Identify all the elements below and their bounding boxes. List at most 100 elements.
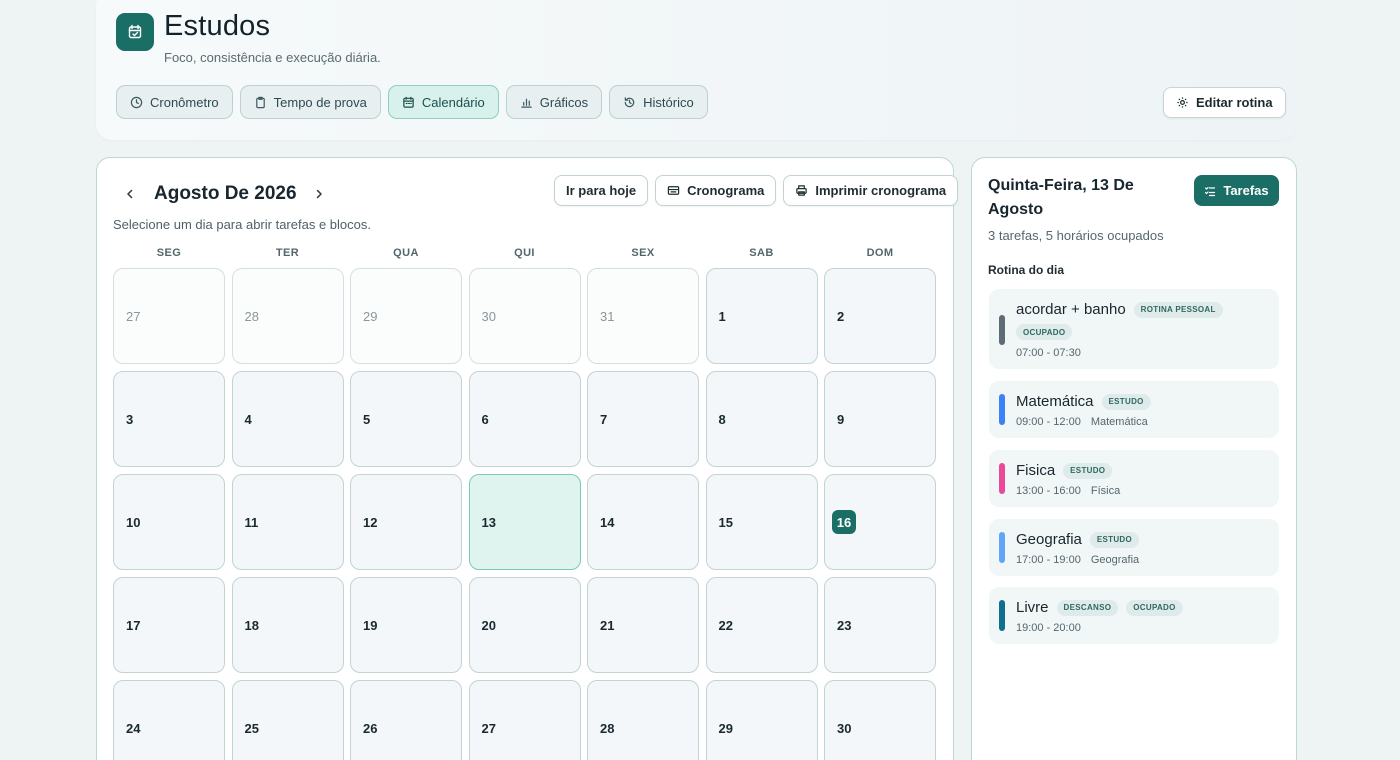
- calendar-day[interactable]: 30: [468, 268, 581, 364]
- calendar-day[interactable]: 17: [113, 577, 225, 673]
- calendar-day[interactable]: 2: [824, 268, 936, 364]
- calendar-day[interactable]: 11: [231, 474, 344, 570]
- day-number: 27: [126, 308, 141, 324]
- weekday-header: SEG TER QUA QUI SEX SAB DOM: [113, 247, 936, 259]
- calendar-day[interactable]: 4: [231, 371, 344, 467]
- routine-title: acordar + banho: [1016, 301, 1126, 318]
- month-navigation: Agosto De 2026: [118, 180, 331, 208]
- calendar-day[interactable]: 9: [824, 371, 936, 467]
- day-number: 17: [126, 617, 141, 633]
- day-number: 5: [363, 411, 371, 427]
- tab-label: Cronômetro: [150, 94, 219, 110]
- routine-item[interactable]: Geografia ESTUDO 17:00 - 19:00 Geografia: [989, 519, 1279, 576]
- print-schedule-button[interactable]: Imprimir cronograma: [783, 175, 959, 206]
- calendar-day[interactable]: 27: [113, 268, 225, 364]
- routine-item[interactable]: Fisica ESTUDO 13:00 - 16:00 Física: [989, 450, 1279, 507]
- routine-item[interactable]: acordar + banho ROTINA PESSOAL OCUPADO 07:0…: [989, 289, 1279, 369]
- tab-tempo-de-prova[interactable]: Tempo de prova: [239, 85, 381, 119]
- routine-tag: OCUPADO: [1016, 324, 1073, 340]
- list-check-icon: [1205, 186, 1216, 196]
- calendar-day[interactable]: 6: [468, 371, 581, 467]
- calendar-day[interactable]: 25: [231, 680, 344, 760]
- routine-meta: 13:00 - 16:00 Física: [1016, 485, 1120, 497]
- day-summary: 3 tarefas, 5 horários ocupados: [988, 228, 1164, 243]
- calendar-day[interactable]: 13: [468, 474, 581, 570]
- calendar-day[interactable]: 29: [705, 680, 818, 760]
- routine-heading: Rotina do dia: [988, 263, 1064, 277]
- next-month-button[interactable]: [307, 180, 331, 208]
- go-to-today-button[interactable]: Ir para hoje: [554, 175, 649, 206]
- routine-title: Geografia: [1016, 531, 1082, 548]
- tab-label: Tempo de prova: [273, 94, 367, 110]
- day-number: 27: [481, 720, 496, 736]
- routine-title: Matemática: [1016, 393, 1094, 410]
- routine-color-bar: [999, 463, 1005, 494]
- calendar-day[interactable]: 24: [113, 680, 225, 760]
- go-to-today-label: Ir para hoje: [566, 183, 637, 198]
- calendar-day[interactable]: 31: [587, 268, 699, 364]
- day-number: 15: [718, 514, 733, 530]
- calendar-day[interactable]: 16: [824, 474, 936, 570]
- day-number: 30: [837, 720, 852, 736]
- calendar-day[interactable]: 29: [350, 268, 462, 364]
- tab-calendario[interactable]: Calendário: [387, 85, 499, 119]
- edit-routine-label: Editar rotina: [1196, 95, 1273, 110]
- calendar-day[interactable]: 30: [824, 680, 936, 760]
- routine-tag: OCUPADO: [1126, 599, 1183, 616]
- calendar-day[interactable]: 12: [350, 474, 462, 570]
- day-number: 29: [363, 308, 378, 324]
- tab-cronometro[interactable]: Cronômetro: [116, 85, 233, 119]
- day-number: 23: [837, 617, 852, 633]
- calendar-actions: Ir para hoje Cronograma Imprimir cronogr…: [554, 175, 959, 206]
- calendar-day[interactable]: 10: [113, 474, 225, 570]
- calendar-day[interactable]: 28: [587, 680, 699, 760]
- calendar-day[interactable]: 18: [231, 577, 344, 673]
- schedule-button[interactable]: Cronograma: [655, 175, 777, 206]
- calendar-day[interactable]: 22: [705, 577, 818, 673]
- chevron-left-icon: [127, 189, 133, 199]
- routine-title: Livre: [1016, 599, 1049, 616]
- routine-title: Fisica: [1016, 462, 1056, 479]
- calendar-day[interactable]: 7: [587, 371, 699, 467]
- day-number: 19: [363, 617, 378, 633]
- app-title: Estudos: [164, 10, 271, 42]
- routine-item[interactable]: Matemática ESTUDO 09:00 - 12:00 Matemática: [989, 381, 1279, 438]
- calendar-day[interactable]: 20: [468, 577, 581, 673]
- clock-icon: [130, 96, 143, 108]
- day-number: 7: [600, 411, 608, 427]
- calendar-day[interactable]: 3: [113, 371, 225, 467]
- prev-month-button[interactable]: [118, 180, 142, 208]
- calendar-day[interactable]: 28: [231, 268, 344, 364]
- calendar-day[interactable]: 27: [468, 680, 581, 760]
- calendar-day[interactable]: 15: [705, 474, 818, 570]
- tab-graficos[interactable]: Gráficos: [505, 85, 603, 119]
- calendar-day[interactable]: 1: [705, 268, 818, 364]
- tab-label: Calendário: [421, 94, 485, 110]
- calendar-day[interactable]: 21: [587, 577, 699, 673]
- bar-chart-icon: [521, 98, 532, 108]
- calendar-day[interactable]: 14: [587, 474, 699, 570]
- day-number: 26: [363, 720, 378, 736]
- routine-meta: 17:00 - 19:00 Geografia: [1016, 554, 1139, 566]
- gear-icon: [1177, 97, 1188, 108]
- routine-title-row: Geografia ESTUDO: [1016, 531, 1271, 548]
- tab-historico[interactable]: Histórico: [609, 85, 708, 119]
- routine-title-row: Fisica ESTUDO: [1016, 462, 1271, 479]
- day-number: 8: [718, 411, 726, 427]
- calendar-day[interactable]: 5: [350, 371, 462, 467]
- history-icon: [624, 96, 635, 107]
- header-card: [96, 0, 1297, 140]
- calendar-day[interactable]: 8: [705, 371, 818, 467]
- calendar-day[interactable]: 23: [824, 577, 936, 673]
- tasks-button[interactable]: Tarefas: [1194, 175, 1279, 206]
- calendar-day[interactable]: 26: [350, 680, 462, 760]
- day-number: 21: [600, 617, 615, 633]
- routine-color-bar: [999, 394, 1005, 425]
- routine-tag: ESTUDO: [1089, 531, 1140, 548]
- calendar-day[interactable]: 19: [350, 577, 462, 673]
- edit-routine-button[interactable]: Editar rotina: [1163, 87, 1286, 118]
- routine-item[interactable]: Livre DESCANSO OCUPADO 19:00 - 20:00: [989, 587, 1279, 644]
- routine-time: 09:00 - 12:00: [1016, 416, 1081, 428]
- day-number: 28: [244, 308, 259, 324]
- printer-icon: [796, 185, 808, 196]
